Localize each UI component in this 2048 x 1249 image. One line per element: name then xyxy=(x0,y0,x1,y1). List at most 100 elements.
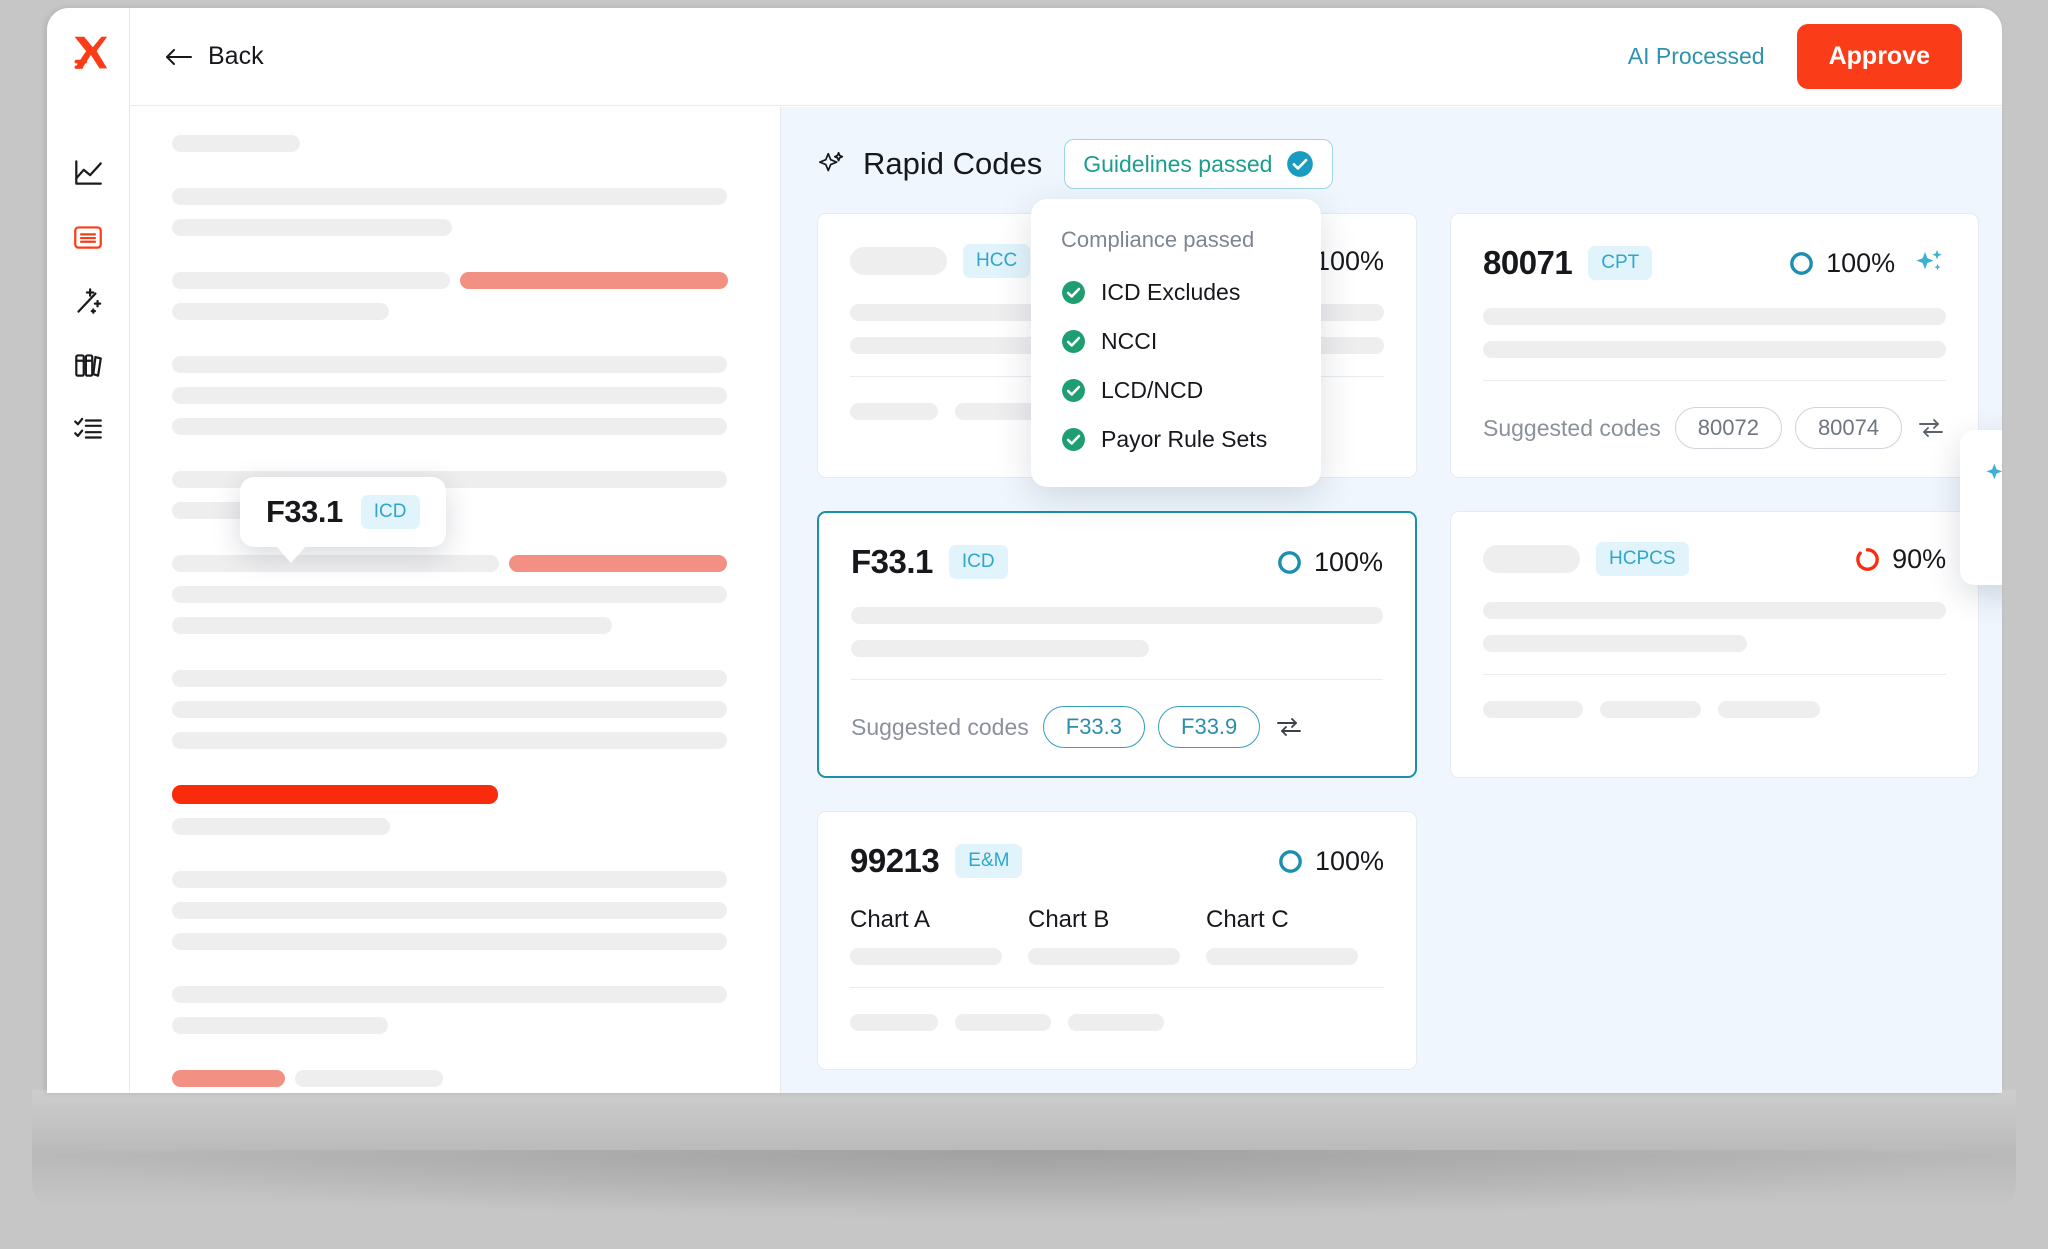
sparkle-icon xyxy=(818,151,844,172)
swap-refresh-icon[interactable] xyxy=(1916,415,1946,441)
chart-column-skeleton xyxy=(850,948,1002,965)
doc-skeleton-line xyxy=(172,701,727,718)
card-header: 80071 CPT 100% xyxy=(1483,244,1946,282)
confidence-score: 100% xyxy=(1276,547,1383,578)
card-header: HCPCS 90% xyxy=(1483,542,1946,576)
doc-skeleton-line xyxy=(172,933,727,950)
magic-wand-sparkle-icon xyxy=(77,288,102,314)
sidebar-item-analytics[interactable] xyxy=(67,152,109,194)
code-value: 99213 xyxy=(850,842,940,879)
chart-column-skeleton xyxy=(1028,948,1180,965)
doc-skeleton-line xyxy=(295,1070,443,1087)
doc-skeleton-line xyxy=(172,617,612,634)
card-header: F33.1 ICD 100% xyxy=(851,543,1383,581)
codes-header: Rapid Codes Guidelines passed xyxy=(817,135,1966,193)
card-divider xyxy=(851,679,1383,680)
compliance-dropdown-title: Compliance passed xyxy=(1061,227,1255,252)
compliance-dropdown[interactable]: Compliance passed ICD Excludes NCCI LCD/… xyxy=(1031,199,1321,487)
doc-skeleton-highlight xyxy=(172,1070,285,1087)
doc-skeleton-highlight xyxy=(509,555,727,572)
doc-skeleton-line xyxy=(172,303,389,320)
suggested-code-chip[interactable]: F33.3 xyxy=(1042,706,1146,748)
suggested-codes-label: Suggested codes xyxy=(851,713,1029,740)
code-card-80071[interactable]: 80071 CPT 100% Suggested codes 80072 800… xyxy=(1450,213,1980,478)
doc-skeleton-highlight xyxy=(460,272,728,289)
confidence-score: 100% xyxy=(1788,247,1946,279)
chart-column-label: Chart C xyxy=(1206,906,1289,933)
compliance-item-icd-excludes[interactable]: ICD Excludes xyxy=(1061,279,1291,306)
doc-skeleton-line xyxy=(172,356,727,373)
suggested-code-chip[interactable]: F33.9 xyxy=(1158,706,1261,748)
sidebar-item-tasks[interactable] xyxy=(67,408,109,450)
document-code-tooltip[interactable]: F33.1 ICD xyxy=(240,477,446,563)
chart-column: Chart A xyxy=(850,906,1028,965)
back-button[interactable]: Back xyxy=(164,42,264,71)
approve-button[interactable]: Approve xyxy=(1796,24,1962,89)
compliance-item-payor-rule-sets[interactable]: Payor Rule Sets xyxy=(1061,426,1291,453)
score-ring-complete-icon xyxy=(1278,550,1301,574)
code-value: 80071 xyxy=(1483,244,1573,281)
chart-columns: Chart A Chart B Chart C xyxy=(850,906,1384,965)
code-type-chip: E&M xyxy=(955,844,1023,878)
content-split: F33.1 ICD Rapid Codes Guidelines passed xyxy=(130,107,2002,1093)
code-card-f33-1[interactable]: F33.1 ICD 100% Suggested codes F33.3 F33… xyxy=(817,511,1417,778)
document-code-type-chip: ICD xyxy=(360,495,420,529)
compliance-item-lcd-ncd[interactable]: LCD/NCD xyxy=(1061,377,1291,404)
card-body xyxy=(1483,308,1947,358)
sidebar-item-documents[interactable] xyxy=(67,216,109,258)
suggested-code-chip[interactable]: 80074 xyxy=(1794,407,1903,449)
compliance-item-ncci[interactable]: NCCI xyxy=(1061,328,1291,355)
code-card-hcpcs[interactable]: HCPCS 90% xyxy=(1450,511,1980,778)
check-circle-green-icon xyxy=(1062,330,1085,353)
suggested-codes-row: Suggested codes 80072 80074 xyxy=(1483,407,1946,449)
score-value: 100% xyxy=(1313,546,1383,577)
document-pane[interactable]: F33.1 ICD xyxy=(130,107,781,1093)
guidelines-passed-pill[interactable]: Guidelines passed xyxy=(1064,139,1334,189)
card-body xyxy=(851,607,1383,657)
score-value: 100% xyxy=(1314,845,1384,876)
code-type-chip: HCC xyxy=(963,244,1031,278)
arrow-left-icon xyxy=(166,48,192,65)
code-type-chip: HCPCS xyxy=(1596,542,1689,576)
doc-skeleton-line xyxy=(172,555,499,572)
ai-processed-status: AI Processed xyxy=(1627,43,1765,69)
score-ring-complete-icon xyxy=(1279,849,1302,873)
codes-pane: Rapid Codes Guidelines passed HCC 100% 8… xyxy=(781,107,2002,1093)
compliance-item-label: Payor Rule Sets xyxy=(1101,426,1268,452)
doc-skeleton-line xyxy=(172,818,390,835)
doc-skeleton-line xyxy=(172,902,727,919)
doc-skeleton-line xyxy=(172,418,727,435)
doc-skeleton-line xyxy=(172,871,727,888)
doc-skeleton-line xyxy=(172,387,727,404)
books-library-icon xyxy=(75,354,102,377)
brand-logo-icon[interactable] xyxy=(65,30,111,76)
doc-skeleton-line xyxy=(172,135,300,152)
check-circle-filled-icon xyxy=(1287,151,1314,177)
chart-column: Chart C xyxy=(1206,906,1384,965)
code-card-99213[interactable]: 99213 E&M 100% Chart A Chart B Chart C xyxy=(817,811,1417,1070)
confidence-score: 100% xyxy=(1277,846,1384,877)
compliance-item-label: NCCI xyxy=(1101,328,1158,354)
code-placeholder-skeleton xyxy=(850,247,947,275)
card-divider xyxy=(1483,674,1947,675)
sidebar-rail xyxy=(47,8,130,1093)
check-circle-green-icon xyxy=(1062,379,1085,402)
doc-skeleton-line xyxy=(172,272,450,289)
doc-skeleton-line xyxy=(172,188,727,205)
code-value: F33.1 xyxy=(851,543,933,580)
analytics-line-chart-icon xyxy=(75,160,102,185)
doc-skeleton-line xyxy=(172,1017,388,1034)
score-value: 100% xyxy=(1826,247,1896,278)
swap-refresh-icon[interactable] xyxy=(1274,714,1304,740)
sidebar-item-magic-tools[interactable] xyxy=(67,280,109,322)
suggested-codes-label: Suggested codes xyxy=(1483,414,1661,441)
doc-skeleton-highlight-active[interactable] xyxy=(172,785,498,804)
document-lines-icon xyxy=(74,226,102,249)
suggested-code-chip[interactable]: 80072 xyxy=(1674,407,1782,449)
sidebar-item-library[interactable] xyxy=(67,344,109,386)
sparkle-icon[interactable] xyxy=(1914,247,1946,279)
device-shadow xyxy=(60,1150,1990,1220)
suggested-codes-row: Suggested codes F33.3 F33.9 xyxy=(851,706,1383,748)
chart-column-label: Chart A xyxy=(850,906,931,933)
document-code-value: F33.1 xyxy=(266,494,343,529)
